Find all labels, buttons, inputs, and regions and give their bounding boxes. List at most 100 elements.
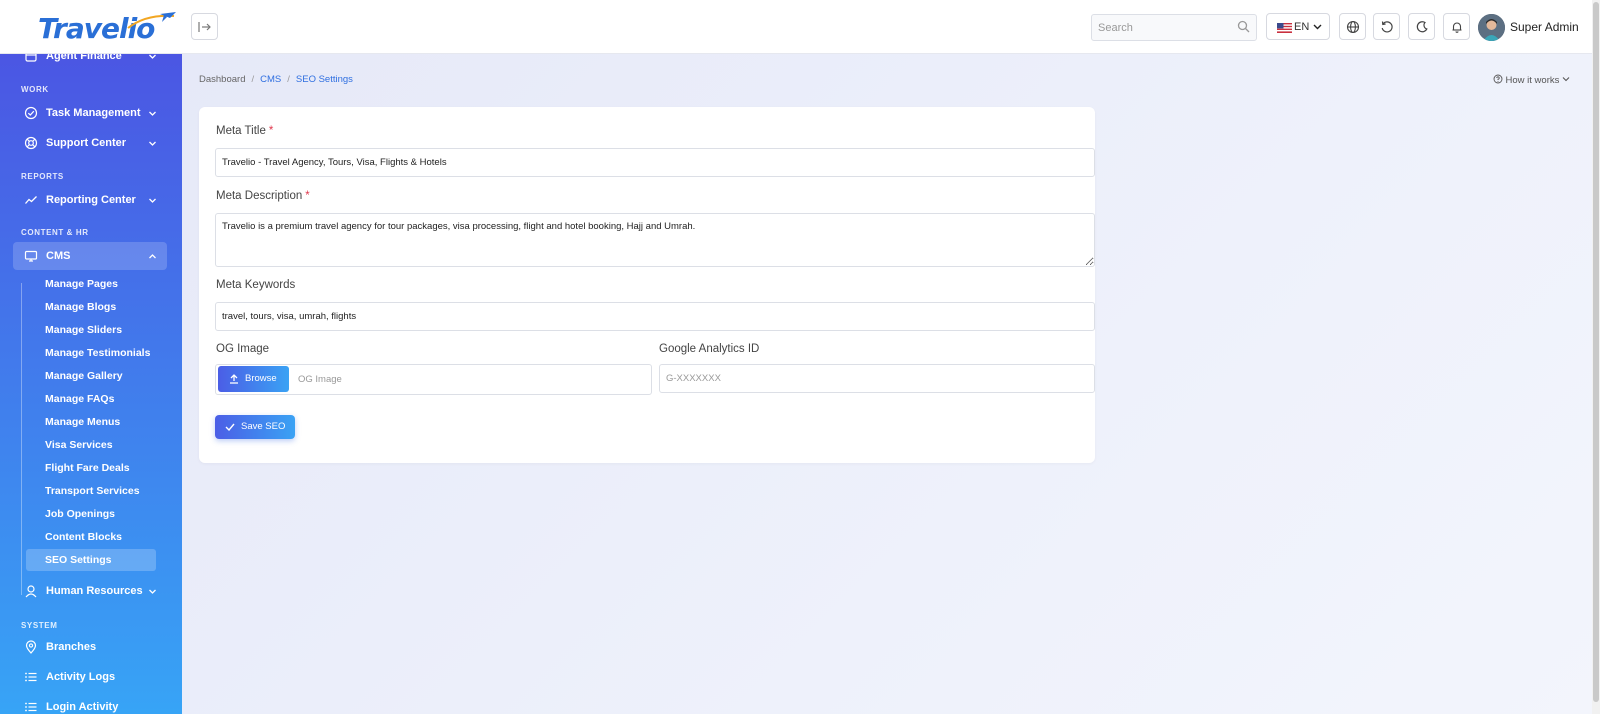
sidebar-sub-label: Manage Menus — [45, 416, 121, 428]
sidebar-item-label: Task Management — [46, 107, 141, 119]
sidebar-sub-label: Manage Gallery — [45, 370, 123, 382]
sidebar: Agent Finance WORK Task Management Suppo… — [0, 54, 182, 714]
meta-description-textarea[interactable]: Travelio is a premium travel agency for … — [215, 213, 1095, 267]
sidebar-sub-visa-services[interactable]: Visa Services — [26, 434, 156, 456]
sidebar-sub-manage-blogs[interactable]: Manage Blogs — [26, 296, 156, 318]
sidebar-item-task-management[interactable]: Task Management — [13, 99, 167, 127]
breadcrumb-home[interactable]: Dashboard — [199, 74, 245, 85]
sidebar-item-support-center[interactable]: Support Center — [13, 129, 167, 157]
chevron-up-icon — [149, 254, 156, 259]
seo-settings-card: Meta Title* Meta Description* Travelio i… — [199, 107, 1095, 463]
meta-keywords-input[interactable] — [215, 302, 1095, 331]
sidebar-sub-manage-testimonials[interactable]: Manage Testimonials — [26, 342, 156, 364]
theme-toggle-button[interactable] — [1408, 13, 1435, 40]
browse-label: Browse — [245, 373, 277, 384]
meta-title-label: Meta Title * — [216, 125, 273, 137]
user-avatar-icon — [1478, 14, 1505, 41]
meta-description-label: Meta Description * — [216, 190, 310, 202]
meta-title-input[interactable] — [215, 148, 1095, 177]
breadcrumb-section[interactable]: CMS — [260, 74, 281, 85]
sidebar-sub-label: Job Openings — [45, 508, 116, 520]
sidebar-sub-transport-services[interactable]: Transport Services — [26, 480, 156, 502]
logo[interactable]: Travelio — [38, 12, 176, 45]
label-text: Meta Description — [216, 190, 303, 202]
sidebar-sub-manage-menus[interactable]: Manage Menus — [26, 411, 156, 433]
sidebar-item-label: Login Activity — [46, 701, 119, 713]
chevron-down-icon — [149, 141, 156, 146]
how-it-works-label: How it works — [1505, 75, 1560, 86]
avatar[interactable] — [1478, 14, 1505, 41]
moon-icon — [1416, 21, 1428, 33]
sidebar-item-cms[interactable]: CMS — [13, 242, 167, 270]
search-input[interactable] — [1092, 15, 1232, 40]
lifebuoy-icon — [24, 136, 38, 150]
chevron-down-icon — [149, 589, 156, 594]
language-selector[interactable]: EN — [1266, 13, 1330, 40]
globe-button[interactable] — [1339, 13, 1366, 40]
sidebar-sub-flight-fare-deals[interactable]: Flight Fare Deals — [26, 457, 156, 479]
check-circle-icon — [24, 106, 38, 120]
list-icon — [25, 702, 37, 712]
finance-icon — [25, 54, 37, 62]
sidebar-item-label: Human Resources — [46, 585, 143, 597]
upload-icon — [230, 374, 238, 384]
save-seo-button[interactable]: Save SEO — [215, 415, 295, 439]
refresh-icon — [1381, 21, 1393, 33]
sidebar-sub-label: Manage Pages — [45, 278, 118, 290]
chevron-down-icon — [1562, 77, 1570, 82]
sidebar-toggle-button[interactable] — [191, 13, 218, 40]
sidebar-sub-label: Transport Services — [45, 485, 140, 497]
section-label-content-hr: CONTENT & HR — [21, 228, 89, 237]
sidebar-item-branches[interactable]: Branches — [13, 633, 167, 661]
sidebar-sub-job-openings[interactable]: Job Openings — [26, 503, 156, 525]
chevron-down-icon — [1313, 24, 1322, 30]
sidebar-sub-content-blocks[interactable]: Content Blocks — [26, 526, 156, 548]
sidebar-sub-label: Manage Testimonials — [45, 347, 151, 359]
breadcrumb-current: SEO Settings — [295, 74, 353, 85]
sidebar-item-label: CMS — [46, 250, 71, 262]
sidebar-sub-manage-pages[interactable]: Manage Pages — [26, 273, 156, 295]
search-icon[interactable] — [1237, 20, 1250, 33]
scrollbar-thumb[interactable] — [1593, 2, 1599, 702]
check-icon — [225, 423, 235, 431]
sidebar-item-human-resources[interactable]: Human Resources — [13, 577, 167, 605]
browse-button[interactable]: Browse — [218, 366, 289, 392]
us-flag-icon — [1277, 23, 1292, 33]
page-scrollbar[interactable] — [1592, 0, 1600, 714]
google-analytics-input[interactable] — [659, 364, 1095, 393]
language-code: EN — [1294, 21, 1310, 33]
section-label-reports: REPORTS — [21, 172, 64, 181]
bell-icon — [1452, 22, 1462, 33]
top-header: Travelio EN — [0, 0, 1600, 54]
sidebar-sub-manage-sliders[interactable]: Manage Sliders — [26, 319, 156, 341]
sidebar-sub-label: Flight Fare Deals — [45, 462, 130, 474]
sidebar-sub-manage-faqs[interactable]: Manage FAQs — [26, 388, 156, 410]
breadcrumb-separator: / — [251, 74, 255, 85]
user-name[interactable]: Super Admin — [1510, 20, 1579, 34]
sidebar-item-label: Support Center — [46, 137, 127, 149]
sidebar-item-label: Reporting Center — [46, 194, 136, 206]
monitor-icon — [24, 250, 38, 262]
breadcrumb: Dashboard / CMS / SEO Settings — [199, 74, 353, 85]
sidebar-item-reporting-center[interactable]: Reporting Center — [13, 186, 167, 214]
required-mark: * — [305, 190, 310, 202]
label-text: Meta Title — [216, 125, 266, 137]
sidebar-item-label: Branches — [46, 641, 97, 653]
map-pin-icon — [25, 640, 37, 654]
refresh-button[interactable] — [1373, 13, 1400, 40]
search-box — [1091, 14, 1257, 41]
sidebar-item-agent-finance[interactable]: Agent Finance — [13, 54, 167, 70]
required-mark: * — [268, 125, 274, 137]
how-it-works-toggle[interactable]: How it works — [1493, 74, 1570, 86]
collapse-icon — [198, 22, 211, 32]
sidebar-sub-manage-gallery[interactable]: Manage Gallery — [26, 365, 156, 387]
chevron-down-icon — [149, 111, 156, 116]
sidebar-item-login-activity[interactable]: Login Activity — [13, 693, 167, 714]
section-label-work: WORK — [21, 85, 49, 94]
globe-icon — [1346, 20, 1360, 34]
list-icon — [25, 672, 37, 682]
sidebar-sub-seo-settings[interactable]: SEO Settings — [26, 549, 156, 571]
notifications-button[interactable] — [1443, 13, 1470, 40]
plane-icon — [127, 12, 176, 29]
sidebar-item-activity-logs[interactable]: Activity Logs — [13, 663, 167, 691]
